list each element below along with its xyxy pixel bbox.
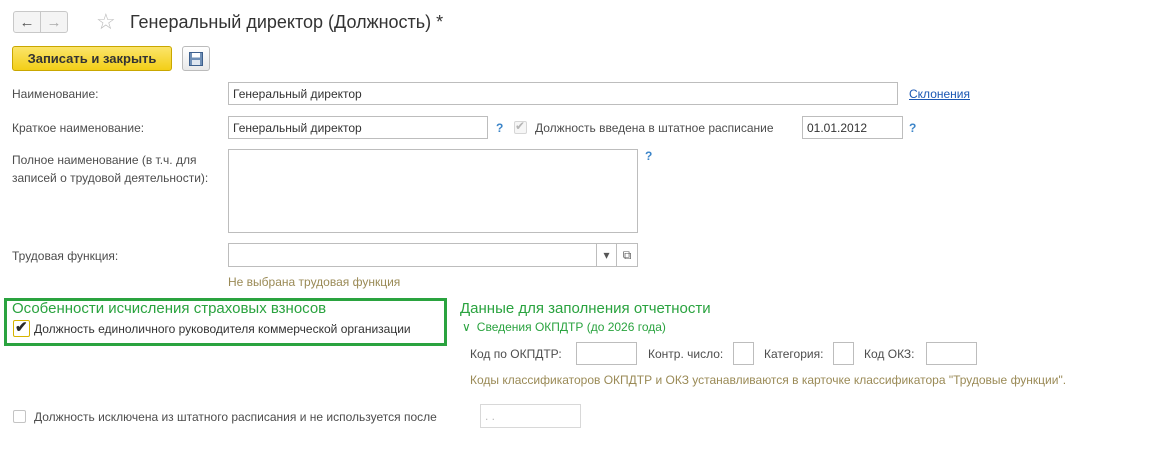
name-label: Наименование:	[12, 87, 99, 101]
okpdtr-section-toggle[interactable]: ∨ Сведения ОКПДТР (до 2026 года)	[462, 320, 666, 334]
labor-function-label: Трудовая функция:	[12, 249, 119, 263]
full-name-label-line2: записей о трудовой деятельности):	[12, 171, 209, 185]
save-and-close-button[interactable]: Записать и закрыть	[12, 46, 172, 71]
favorite-star-icon[interactable]: ☆	[96, 11, 116, 33]
arrow-right-icon: →	[46, 13, 62, 31]
labor-function-hint: Не выбрана трудовая функция	[228, 275, 401, 289]
full-name-textarea[interactable]	[228, 149, 638, 233]
full-name-label: Полное наименование (в т.ч. для записей …	[12, 151, 208, 187]
declensions-link[interactable]: Склонения	[909, 87, 970, 101]
excluded-checkbox[interactable]	[13, 410, 26, 423]
category-label: Категория:	[764, 347, 824, 361]
classifier-hint: Коды классификаторов ОКПДТР и ОКЗ устана…	[470, 373, 1067, 387]
help-icon[interactable]: ?	[909, 121, 916, 135]
chevron-down-icon: ▾	[603, 248, 610, 262]
highlight-frame	[4, 298, 447, 346]
floppy-disk-icon	[189, 51, 203, 66]
open-window-icon: ⧉	[622, 247, 632, 262]
excluded-date-input[interactable]: . .	[480, 404, 581, 428]
okpdtr-code-label: Код по ОКПДТР:	[470, 347, 562, 361]
help-icon[interactable]: ?	[645, 149, 652, 163]
okz-code-input[interactable]	[926, 342, 977, 365]
open-button[interactable]: ⧉	[616, 243, 638, 267]
dropdown-button[interactable]: ▾	[596, 243, 617, 267]
excluded-label: Должность исключена из штатного расписан…	[34, 410, 437, 424]
okpdtr-section-label: Сведения ОКПДТР (до 2026 года)	[476, 320, 666, 334]
save-button[interactable]	[182, 46, 210, 71]
control-number-input[interactable]	[733, 342, 754, 365]
category-input[interactable]	[833, 342, 854, 365]
short-name-input[interactable]: Генеральный директор	[228, 116, 488, 139]
back-button[interactable]: ←	[13, 11, 41, 33]
labor-function-input[interactable]	[228, 243, 597, 267]
in-staff-checkbox[interactable]: ✔	[514, 119, 527, 134]
chevron-down-icon: ∨	[462, 320, 471, 334]
full-name-label-line1: Полное наименование (в т.ч. для	[12, 153, 197, 167]
in-staff-date-input[interactable]: 01.01.2012	[802, 116, 903, 139]
help-icon[interactable]: ?	[496, 121, 503, 135]
forward-button[interactable]: →	[40, 11, 68, 33]
name-input[interactable]: Генеральный директор	[228, 82, 898, 105]
short-name-label: Краткое наименование:	[12, 121, 145, 135]
checkmark-icon: ✔	[515, 119, 526, 133]
okpdtr-code-input[interactable]	[576, 342, 637, 365]
page-title: Генеральный директор (Должность) *	[130, 12, 444, 32]
okz-code-label: Код ОКЗ:	[864, 347, 915, 361]
reporting-heading: Данные для заполнения отчетности	[460, 300, 711, 317]
control-number-label: Контр. число:	[648, 347, 724, 361]
arrow-left-icon: ←	[19, 13, 35, 31]
in-staff-label: Должность введена в штатное расписание	[535, 121, 774, 135]
